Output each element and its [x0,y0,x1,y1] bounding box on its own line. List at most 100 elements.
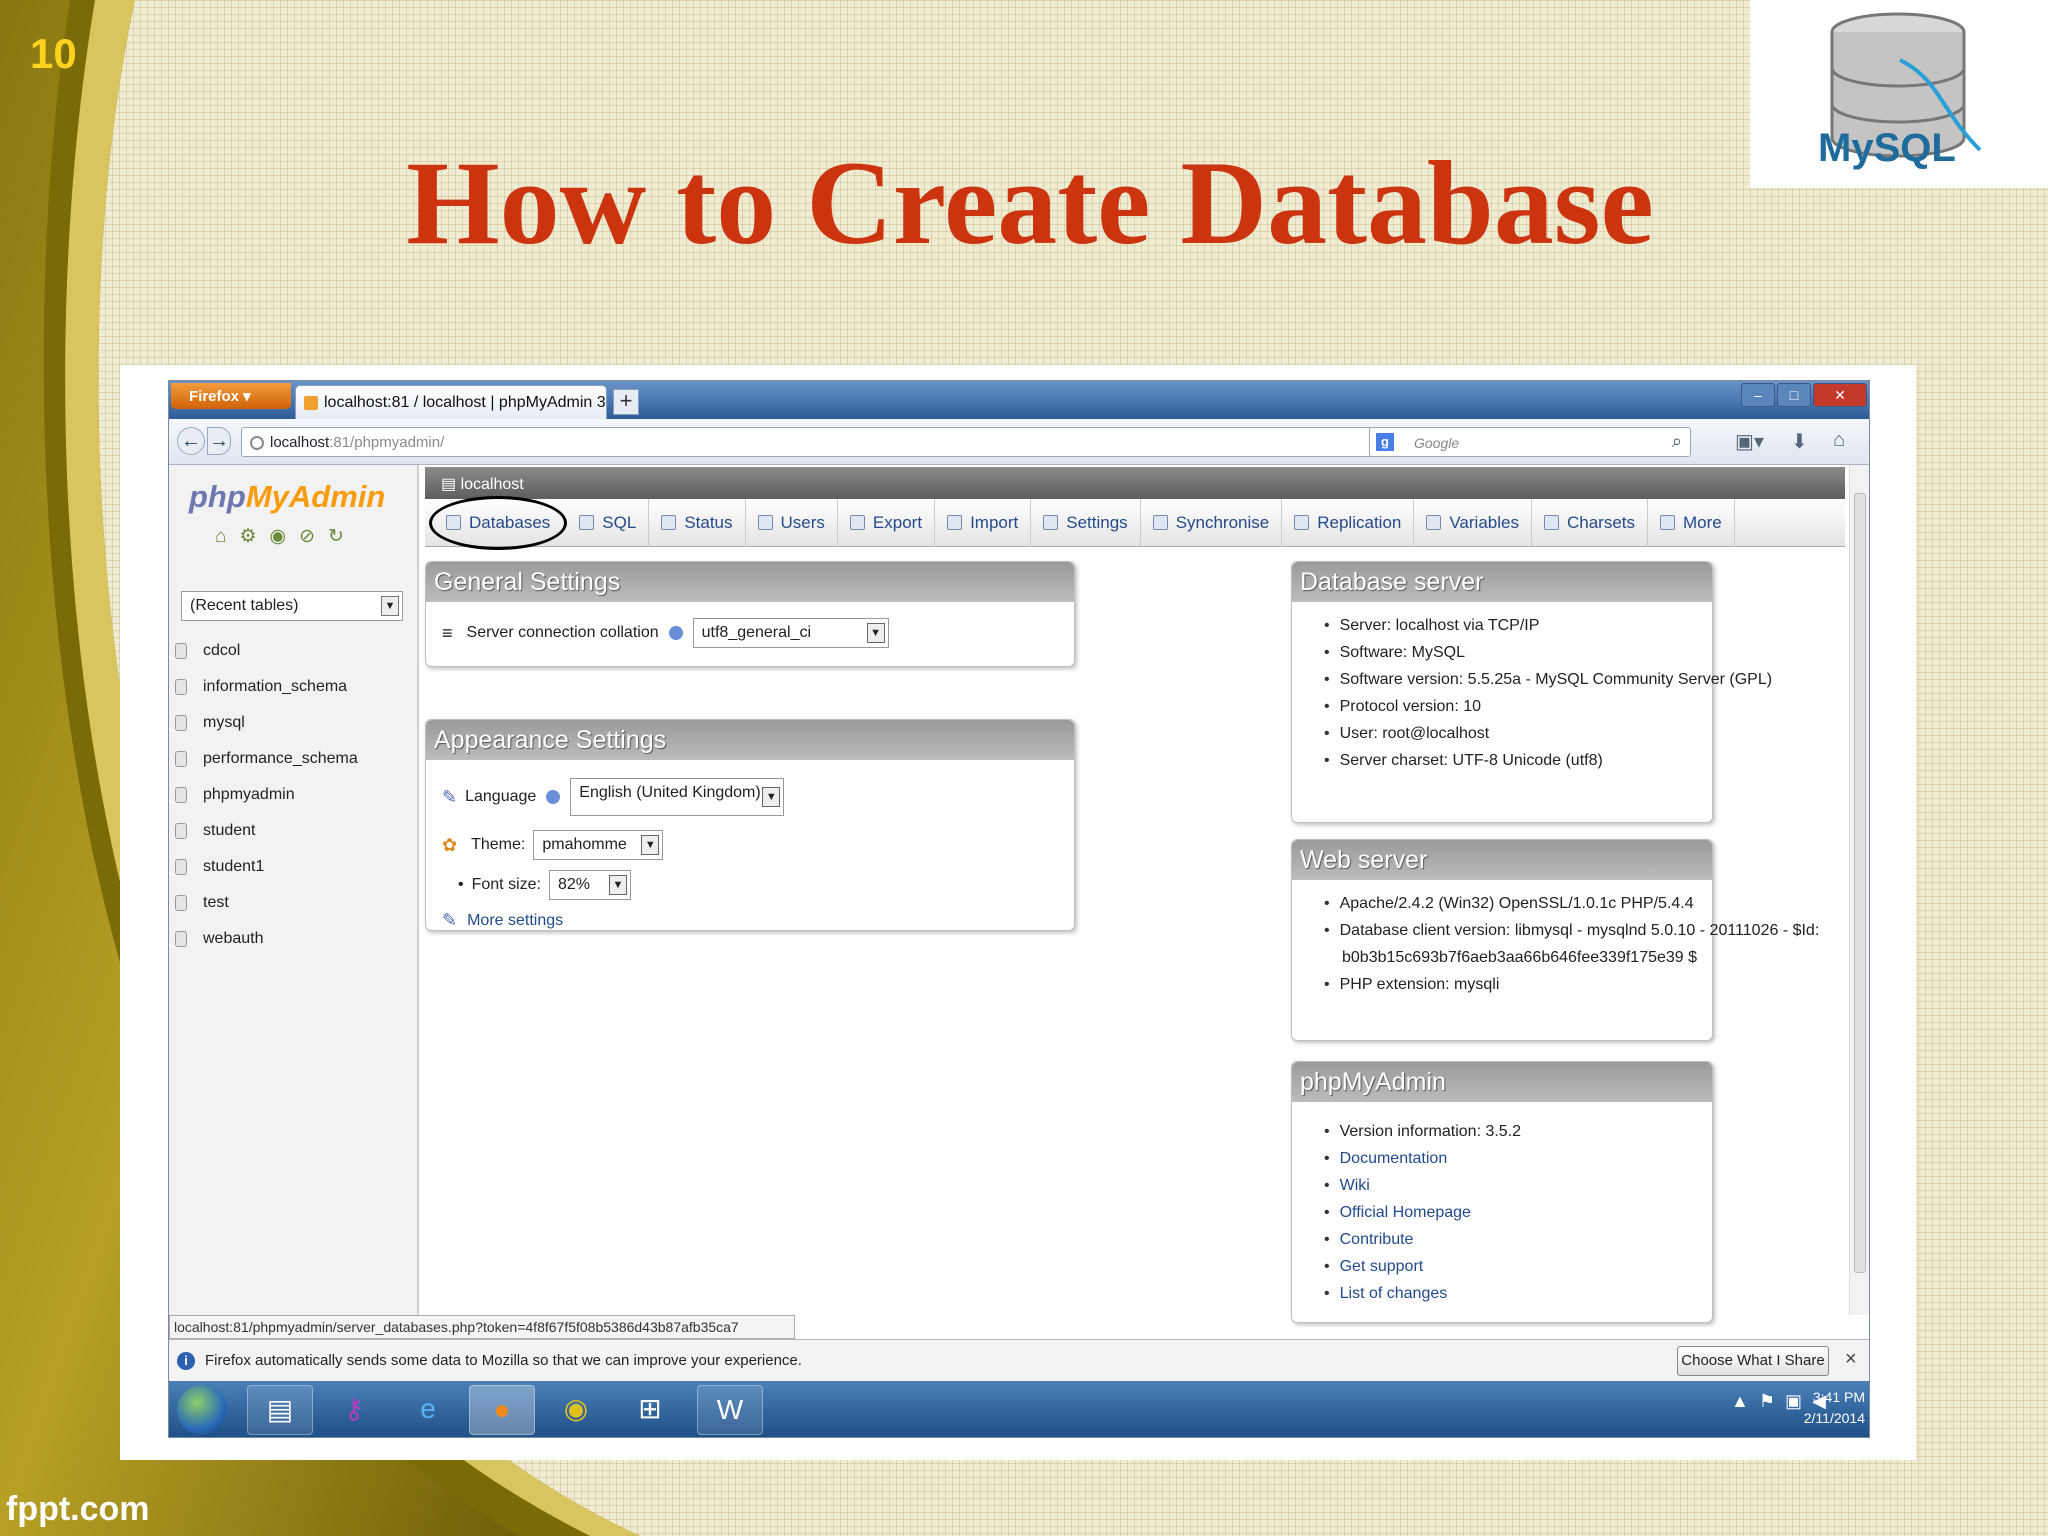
list-item[interactable]: Official Homepage [1324,1199,1521,1226]
sidebar-item-information-schema[interactable]: information_schema [175,669,415,705]
theme-select[interactable]: pmahomme ▼ [533,830,664,860]
sidebar-item-test[interactable]: test [175,885,415,921]
tab-label: Users [780,512,825,532]
scrollbar-thumb[interactable] [1854,493,1866,1273]
start-button[interactable] [177,1385,227,1435]
list-item[interactable]: Wiki [1324,1172,1521,1199]
key-app-icon[interactable]: ⚷ [321,1385,387,1435]
breadcrumb-server[interactable]: localhost [461,476,524,493]
tab-users[interactable]: Users [746,498,838,547]
maximize-button[interactable]: □ [1777,383,1811,407]
fontsize-select[interactable]: 82% ▼ [548,870,631,900]
search-icon[interactable]: ⌕ [1672,431,1682,452]
language-row: ✎ Language English (United Kingdom) ▼ [442,778,785,816]
wrench-icon: ✎ [442,910,458,930]
list-item: PHP extension: mysqli [1324,971,1819,998]
close-icon[interactable]: × [1845,1348,1857,1371]
minimize-button[interactable]: – [1741,383,1775,407]
sidebar-item-student1[interactable]: student1 [175,849,415,885]
sidebar-item-mysql[interactable]: mysql [175,705,415,741]
phpmyadmin-logo[interactable]: phpMyAdmin [189,479,385,515]
word-icon[interactable]: W [697,1385,763,1435]
tab-variables[interactable]: Variables [1414,498,1532,547]
database-name: webauth [203,930,264,947]
tab-label: Databases [469,512,551,532]
quick-links-icons[interactable]: ⌂⚙◉⊘↻ [215,525,357,548]
sidebar-item-cdcol[interactable]: cdcol [175,633,415,669]
list-item: Server charset: UTF-8 Unicode (utf8) [1324,747,1772,774]
chevron-down-icon: ▼ [866,623,885,643]
language-select[interactable]: English (United Kingdom) ▼ [570,778,785,816]
more-icon [1660,515,1676,530]
sidebar-item-student[interactable]: student [175,813,415,849]
list-item[interactable]: Contribute [1324,1226,1521,1253]
tab-label: Status [684,512,733,532]
explorer-icon[interactable]: ▤ [247,1385,313,1435]
navigation-toolbar: ← → localhost:81/phpmyadmin/ ☆ ▾ ↻ g Goo… [169,419,1869,465]
forward-arrow-icon[interactable]: → [207,427,231,455]
database-icon [175,823,187,839]
sidebar-item-phpmyadmin[interactable]: phpmyadmin [175,777,415,813]
tab-export[interactable]: Export [838,498,936,547]
tab-synchronise[interactable]: Synchronise [1141,498,1283,547]
replication-icon [1294,515,1310,530]
tab-replication[interactable]: Replication [1282,498,1415,547]
back-arrow-icon[interactable]: ← [177,427,205,455]
screenshot-tool-icon[interactable]: ▣▾ [1735,429,1764,454]
databases-icon [446,515,461,530]
sidebar-item-webauth[interactable]: webauth [175,921,415,957]
vertical-scrollbar[interactable] [1849,465,1869,1315]
tab-import[interactable]: Import [935,498,1032,547]
tab-label: SQL [602,512,637,532]
tab-databases[interactable]: Databases [429,495,568,550]
new-tab-button[interactable]: + [613,389,639,415]
list-item[interactable]: Documentation [1324,1145,1521,1172]
help-icon[interactable] [546,790,561,804]
internet-explorer-icon[interactable]: e [395,1385,461,1435]
site-identity-icon [250,436,264,450]
chevron-down-icon: ▼ [641,835,660,855]
settings-icon [1043,515,1059,530]
search-bar[interactable]: g Google ⌕ [1369,427,1691,457]
more-settings-link[interactable]: ✎ More settings [442,910,563,931]
tab-title: localhost:81 / localhost | phpMyAdmin 3.… [324,394,607,411]
fontsize-label: Font size: [471,876,541,893]
chrome-icon[interactable]: ◉ [543,1385,609,1435]
sidebar-item-performance-schema[interactable]: performance_schema [175,741,415,777]
tab-label: More [1683,512,1722,532]
database-name: test [203,894,229,911]
tab-label: Export [872,512,923,532]
list-item[interactable]: Get support [1324,1253,1521,1280]
list-item[interactable]: List of changes [1324,1280,1521,1307]
choose-what-i-share-button[interactable]: Choose What I Share [1677,1346,1829,1376]
theme-row: ✿ Theme: pmahomme ▼ [442,830,664,860]
list-item: b0b3b15c693b7f6aeb3aa66b646fee339f175e39… [1342,949,1698,966]
theme-value: pmahomme [542,836,627,853]
tab-more[interactable]: More [1648,498,1735,547]
collation-select[interactable]: utf8_general_ci ▼ [692,618,889,648]
close-window-button[interactable]: ✕ [1813,383,1867,407]
xampp-icon[interactable]: ⊞ [617,1385,683,1435]
browser-tab[interactable]: localhost:81 / localhost | phpMyAdmin 3.… [295,385,607,419]
firefox-menu-button[interactable]: Firefox ▾ [171,383,291,409]
address-bar[interactable]: localhost:81/phpmyadmin/ ☆ ▾ ↻ [241,427,1431,457]
taskbar-clock[interactable]: 3:41 PM 2/11/2014 [1785,1387,1865,1429]
home-icon[interactable]: ⌂ [1833,429,1845,452]
list-item: Server: localhost via TCP/IP [1324,612,1772,639]
google-engine-icon[interactable]: g [1376,433,1394,451]
list-item: Version information: 3.5.2 [1324,1118,1521,1145]
database-name: phpmyadmin [203,786,295,803]
list-item: Protocol version: 10 [1324,693,1772,720]
help-icon[interactable] [668,626,683,640]
list-icon: ≡ [442,622,453,643]
status-url: localhost:81/phpmyadmin/server_databases… [169,1315,795,1339]
firefox-icon[interactable]: ● [469,1385,535,1435]
tab-charsets[interactable]: Charsets [1532,498,1649,547]
database-name: information_schema [203,678,348,695]
database-server-info: Server: localhost via TCP/IPSoftware: My… [1324,612,1772,774]
tab-status[interactable]: Status [649,498,746,547]
download-icon[interactable]: ⬇ [1791,429,1808,454]
tab-settings[interactable]: Settings [1031,498,1141,547]
tab-sql[interactable]: SQL [567,498,650,547]
recent-tables-select[interactable]: (Recent tables) ▼ [181,591,403,621]
